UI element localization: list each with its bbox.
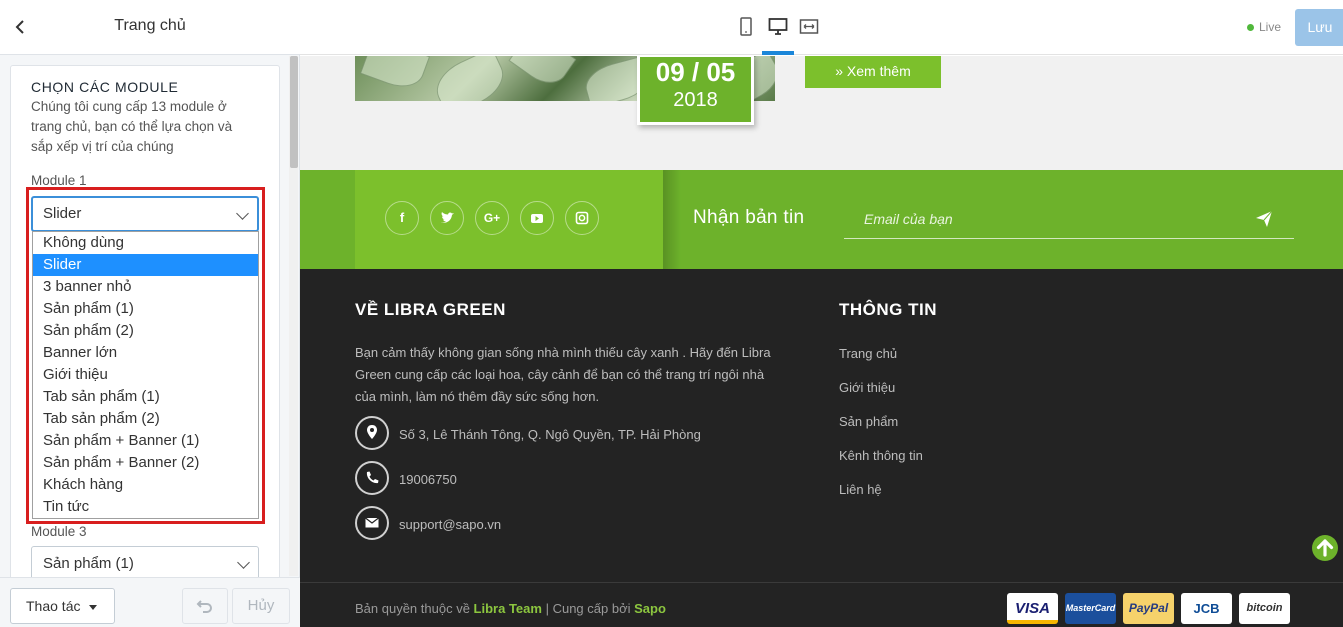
- copyright-prefix: Bản quyền thuộc về: [355, 601, 470, 616]
- footer-link-news[interactable]: Kênh thông tin: [839, 448, 923, 463]
- footer-link-contact[interactable]: Liên hệ: [839, 482, 882, 497]
- dropdown-option[interactable]: Tin tức: [33, 496, 258, 518]
- dropdown-option[interactable]: Tab sản phẩm (2): [33, 408, 258, 430]
- module3-label: Module 3: [31, 524, 87, 539]
- copyright-team-link[interactable]: Libra Team: [474, 601, 542, 616]
- dropdown-option[interactable]: Sản phẩm + Banner (1): [33, 430, 258, 452]
- copyright-separator: |: [545, 601, 549, 616]
- copyright-bar: Bản quyền thuộc về Libra Team | Cung cấp…: [300, 582, 1343, 627]
- dropdown-option[interactable]: Tab sản phẩm (1): [33, 386, 258, 408]
- footer-link-home[interactable]: Trang chủ: [839, 346, 897, 361]
- send-icon[interactable]: [1255, 210, 1273, 228]
- facebook-icon[interactable]: f: [385, 201, 419, 235]
- caret-down-icon: [89, 605, 97, 610]
- sidebar-scroll-thumb[interactable]: [290, 56, 298, 168]
- save-button[interactable]: Lưu: [1295, 9, 1343, 46]
- dropdown-option-selected[interactable]: Slider: [33, 254, 258, 276]
- dropdown-option[interactable]: Giới thiệu: [33, 364, 258, 386]
- newsletter-email-input[interactable]: Email của bạn: [864, 211, 953, 227]
- theme-editor-sidebar: Trang chủ CHỌN CÁC MODULE Chúng tôi cung…: [0, 0, 300, 627]
- footer-link-products[interactable]: Sản phẩm: [839, 414, 898, 429]
- module1-label: Module 1: [31, 173, 87, 188]
- actions-button-label: Thao tác: [26, 598, 81, 614]
- module1-select-value: Slider: [43, 205, 82, 222]
- site-footer: VỀ LIBRA GREEN Bạn cảm thấy không gian s…: [300, 269, 1343, 582]
- jcb-icon: JCB: [1181, 593, 1232, 624]
- phone-icon: [355, 461, 389, 495]
- editor-topbar: Live Lưu: [300, 0, 1343, 55]
- desktop-view-icon[interactable]: [768, 17, 788, 37]
- section-description: Chúng tôi cung cấp 13 module ở trang chủ…: [31, 99, 233, 154]
- social-links: f G+: [355, 170, 663, 269]
- read-more-button[interactable]: » Xem thêm: [805, 56, 941, 88]
- dropdown-option[interactable]: Không dùng: [33, 232, 258, 254]
- chevron-down-icon: [236, 207, 249, 220]
- sidebar-header: Trang chủ: [0, 0, 300, 55]
- post-date-badge: 09 / 05 2018: [637, 56, 754, 125]
- dropdown-option[interactable]: Sản phẩm (1): [33, 298, 258, 320]
- newsletter-title: Nhận bản tin: [693, 207, 805, 228]
- post-date-day: 09 / 05: [655, 57, 736, 87]
- google-plus-icon[interactable]: G+: [475, 201, 509, 235]
- envelope-icon: [355, 506, 389, 540]
- site-preview: 09 / 05 2018 » Xem thêm f G+ Nhận bản ti…: [300, 56, 1343, 627]
- undo-button[interactable]: [182, 588, 228, 624]
- post-date-year: 2018: [673, 89, 718, 111]
- actions-dropdown-button[interactable]: Thao tác: [10, 588, 115, 624]
- mastercard-icon: MasterCard: [1065, 593, 1116, 624]
- newsletter-input-underline: [844, 238, 1294, 239]
- about-title: VỀ LIBRA GREEN: [355, 300, 506, 319]
- paypal-icon: PayPal: [1123, 593, 1174, 624]
- footer-phone[interactable]: 19006750: [399, 472, 457, 487]
- live-status-label: Live: [1259, 20, 1282, 34]
- sidebar-title: Trang chủ: [114, 17, 186, 34]
- blog-section: 09 / 05 2018 » Xem thêm: [300, 56, 1343, 170]
- chevron-down-icon: [237, 556, 250, 569]
- module1-select[interactable]: Slider: [31, 196, 259, 232]
- live-status-dot: [1247, 24, 1254, 31]
- dropdown-option[interactable]: Khách hàng: [33, 474, 258, 496]
- module3-select-value: Sản phẩm (1): [43, 555, 134, 572]
- mobile-view-icon[interactable]: [736, 17, 756, 37]
- undo-icon: [196, 600, 212, 613]
- youtube-icon[interactable]: [520, 201, 554, 235]
- info-title: THÔNG TIN: [839, 300, 937, 319]
- footer-email[interactable]: support@sapo.vn: [399, 517, 501, 532]
- dropdown-option[interactable]: Banner lớn: [33, 342, 258, 364]
- fullwidth-view-icon[interactable]: [799, 17, 819, 37]
- dropdown-option[interactable]: Sản phẩm + Banner (2): [33, 452, 258, 474]
- copyright-text: Bản quyền thuộc về Libra Team | Cung cấp…: [355, 601, 666, 616]
- cancel-button[interactable]: Hủy: [232, 588, 290, 624]
- copyright-provider-prefix: Cung cấp bởi: [552, 601, 631, 616]
- twitter-icon[interactable]: [430, 201, 464, 235]
- dropdown-option[interactable]: Sản phẩm (2): [33, 320, 258, 342]
- section-divider-shadow: [663, 170, 681, 269]
- back-to-top-icon[interactable]: [1312, 535, 1338, 561]
- visa-icon: VISA: [1007, 593, 1058, 624]
- dropdown-option[interactable]: 3 banner nhỏ: [33, 276, 258, 298]
- map-marker-icon: [355, 416, 389, 450]
- copyright-provider-link[interactable]: Sapo: [634, 601, 666, 616]
- instagram-icon[interactable]: [565, 201, 599, 235]
- section-title: CHỌN CÁC MODULE: [31, 79, 179, 95]
- about-text: Bạn cảm thấy không gian sống nhà mình th…: [355, 345, 771, 404]
- active-device-indicator: [762, 51, 794, 55]
- module1-dropdown-list: Không dùng Slider 3 banner nhỏ Sản phẩm …: [32, 231, 259, 519]
- footer-address: Số 3, Lê Thánh Tông, Q. Ngô Quyền, TP. H…: [399, 427, 701, 442]
- sidebar-footer: Thao tác Hủy: [0, 577, 300, 627]
- bitcoin-icon: bitcoin: [1239, 593, 1290, 624]
- footer-link-about[interactable]: Giới thiệu: [839, 380, 895, 395]
- newsletter-band: f G+ Nhận bản tin Email của bạn: [300, 170, 1343, 269]
